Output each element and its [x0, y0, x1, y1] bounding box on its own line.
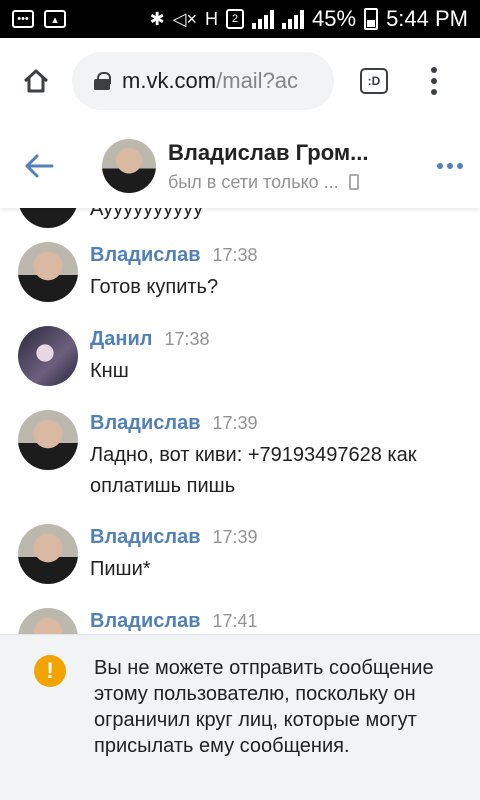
sim-badge: 2	[226, 9, 245, 29]
image-icon: ▴	[44, 10, 66, 28]
home-button[interactable]	[0, 38, 72, 124]
avatar[interactable]	[18, 410, 78, 470]
message-text: Ладно, вот киви: +79193497628 как оплати…	[90, 444, 417, 497]
message-author-name[interactable]: Владислав	[90, 526, 201, 548]
message-time: 17:41	[212, 611, 258, 631]
message-text: Ауууууууууу	[90, 208, 204, 220]
bluetooth-icon: ✱	[149, 8, 165, 29]
avatar[interactable]	[18, 242, 78, 302]
more-dots-icon[interactable]	[420, 124, 480, 208]
back-button[interactable]	[0, 124, 78, 208]
avatar[interactable]	[102, 139, 156, 193]
message-author[interactable]: Владислав 17:39	[90, 526, 258, 549]
message-author[interactable]: Владислав 17:38	[90, 244, 258, 267]
address-bar[interactable]: m.vk.com/mail?ac	[72, 52, 334, 110]
message-time: 17:38	[164, 329, 210, 349]
overflow-menu-icon[interactable]	[414, 38, 454, 124]
clock: 5:44 PM	[386, 6, 468, 31]
message-text: Кнш	[90, 360, 129, 382]
message-author-name[interactable]: Владислав	[90, 412, 201, 434]
lock-icon	[94, 72, 111, 90]
home-icon	[23, 69, 49, 93]
battery-percent: 45%	[312, 6, 357, 31]
url-domain: m.vk.com	[122, 68, 217, 93]
message-author[interactable]: Владислав 17:41	[90, 610, 258, 633]
message-author-name[interactable]: Владислав	[90, 610, 201, 632]
browser-toolbar: m.vk.com/mail?ac :D	[0, 38, 480, 124]
avatar[interactable]	[18, 608, 78, 634]
avatar[interactable]	[18, 524, 78, 584]
chat-header: Владислав Гром... был в сети только ...	[0, 124, 480, 208]
chat-contact-name[interactable]: Владислав Гром...	[168, 140, 408, 166]
message-text: Готов купить?	[90, 276, 219, 298]
signal-icon	[252, 9, 275, 29]
mute-icon: ◁×	[172, 8, 198, 29]
back-arrow-icon	[25, 154, 54, 178]
message-list[interactable]: Ауууууууууу Владислав 17:38 Готов купить?…	[0, 208, 480, 634]
avatar[interactable]	[18, 208, 78, 228]
message-author[interactable]: Владислав 17:39	[90, 412, 258, 435]
message-icon: •••	[12, 10, 34, 28]
message-time: 17:38	[212, 245, 258, 265]
tab-switcher-button[interactable]: :D	[334, 38, 414, 124]
notice-text: Вы не можете отправить сообщение этому п…	[94, 657, 434, 757]
battery-icon	[364, 8, 379, 30]
blocked-notice: ! Вы не можете отправить сообщение этому…	[0, 634, 480, 800]
status-bar: ••• ▴ ✱ ◁× H 2 45% 5:44 PM	[0, 0, 480, 38]
warning-icon: !	[34, 655, 66, 687]
message-text: Пиши*	[90, 558, 151, 580]
url-path: /mail?ac	[216, 68, 299, 93]
last-seen-status: был в сети только ...	[168, 171, 339, 192]
tab-switcher-icon: :D	[360, 68, 388, 94]
network-type: H	[205, 8, 219, 29]
signal-icon-2	[282, 9, 305, 29]
message-time: 17:39	[212, 527, 258, 547]
avatar[interactable]	[18, 326, 78, 386]
phone-icon	[348, 174, 359, 190]
message-author-name[interactable]: Владислав	[90, 244, 201, 266]
message-author-name[interactable]: Данил	[90, 328, 152, 350]
message-time: 17:39	[212, 413, 258, 433]
message-author[interactable]: Данил 17:38	[90, 328, 210, 351]
url-text: m.vk.com/mail?ac	[122, 68, 298, 94]
